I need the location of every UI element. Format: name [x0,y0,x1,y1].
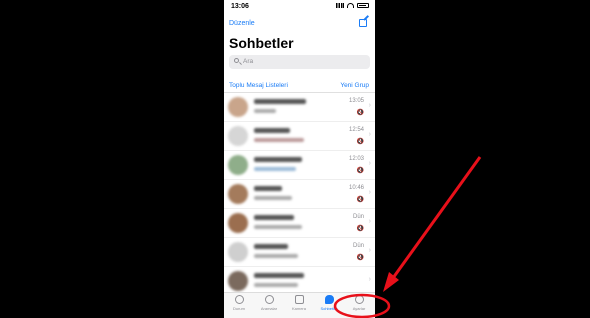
highlight-circle [333,293,391,318]
annotation-arrow-line [391,156,482,279]
annotation-overlay [333,156,482,318]
